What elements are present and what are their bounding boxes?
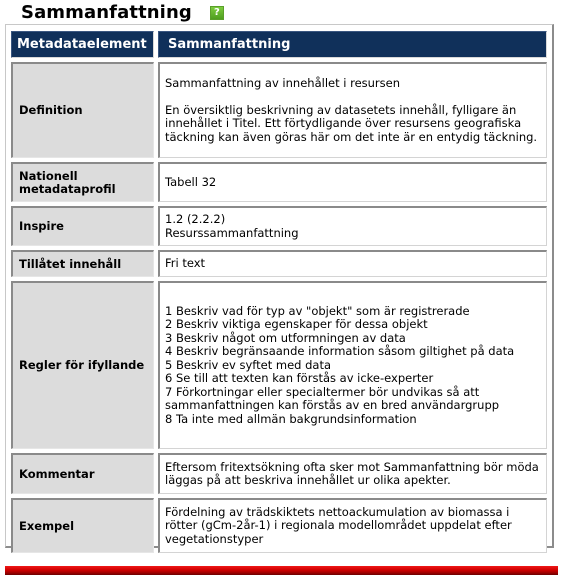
help-icon[interactable]: ? (209, 5, 224, 20)
table-row-tillatet-innehall: Tillåtet innehåll Fri text (11, 250, 547, 277)
row-label: Definition (11, 62, 154, 158)
row-value: 1.2 (2.2.2) Resurssammanfattning (158, 206, 547, 246)
row-label: Inspire (11, 206, 154, 246)
row-label: Regler för ifyllande (11, 281, 154, 449)
table-row-inspire: Inspire 1.2 (2.2.2) Resurssammanfattning (11, 206, 547, 246)
table-header-row: Metadataelement Sammanfattning (11, 31, 547, 58)
table-row-exempel: Exempel Fördelning av trädskiktets netto… (11, 498, 547, 553)
row-value: Sammanfattning av innehållet i resursen … (158, 62, 547, 158)
value-line: Sammanfattning av innehållet i resursen (165, 76, 401, 90)
row-label: Nationell metadataprofil (11, 162, 154, 202)
table-row-kommentar: Kommentar Eftersom fritextsökning ofta s… (11, 453, 547, 494)
metadata-table: Metadataelement Sammanfattning Definitio… (7, 27, 551, 557)
rule-item: 1 Beskriv vad för typ av "objekt" som är… (165, 303, 470, 318)
page-title: Sammanfattning (21, 1, 192, 23)
row-value: Tabell 32 (158, 162, 547, 202)
rule-item: 4 Beskriv begränsaande information såsom… (165, 344, 515, 359)
value-line: Fri text (165, 256, 206, 271)
column-header-sammanfattning: Sammanfattning (158, 31, 547, 58)
rule-item: 5 Beskriv ev syftet med data (165, 357, 332, 372)
row-value: Fördelning av trädskiktets nettoackumula… (158, 498, 547, 553)
row-label: Exempel (11, 498, 154, 553)
value-line: 1.2 (2.2.2) (165, 212, 226, 226)
footer-divider-bar (5, 566, 558, 575)
row-label: Kommentar (11, 453, 154, 494)
table-row-regler-for-ifyllande: Regler för ifyllande 1 Beskriv vad för t… (11, 281, 547, 449)
metadata-table-container: Metadataelement Sammanfattning Definitio… (5, 24, 554, 553)
section-heading: Sammanfattning ? (21, 1, 224, 23)
row-value: 1 Beskriv vad för typ av "objekt" som är… (158, 281, 547, 449)
table-row-definition: Definition Sammanfattning av innehållet … (11, 62, 547, 158)
row-value: Eftersom fritextsökning ofta sker mot Sa… (158, 453, 547, 494)
row-value: Fri text (158, 250, 547, 277)
value-line: En översiktlig beskrivning av datasetets… (165, 102, 538, 144)
page: Sammanfattning ? Metadataelement Sammanf… (0, 0, 572, 584)
row-label: Tillåtet innehåll (11, 250, 154, 277)
rule-item: 7 Förkortningar eller specialtermer bör … (165, 384, 500, 413)
value-line: Resurssammanfattning (165, 225, 299, 240)
rule-item: 6 Se till att texten kan förstås av icke… (165, 371, 434, 386)
rule-item: 3 Beskriv något om utformningen av data (165, 330, 406, 345)
rule-item: 2 Beskriv viktiga egenskaper för dessa o… (165, 317, 428, 332)
value-line: Tabell 32 (165, 174, 217, 189)
value-line: Eftersom fritextsökning ofta sker mot Sa… (165, 459, 539, 487)
value-line: Fördelning av trädskiktets nettoackumula… (165, 504, 512, 546)
rule-item: 8 Ta inte med allmän bakgrundsinformatio… (165, 411, 417, 426)
table-row-nationell-metadataprofil: Nationell metadataprofil Tabell 32 (11, 162, 547, 202)
column-header-metadataelement: Metadataelement (11, 31, 154, 58)
